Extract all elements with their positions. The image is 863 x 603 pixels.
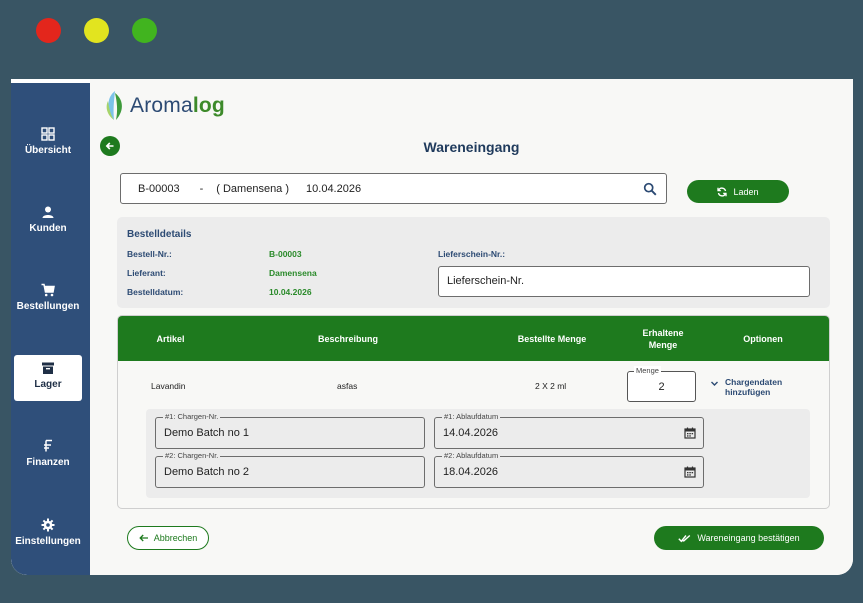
app-window: Übersicht Kunden Bestellungen Lager Fina… [11, 79, 853, 575]
batch-number-value-2: Demo Batch no 2 [164, 466, 249, 478]
batch-number-value-1: Demo Batch no 1 [164, 427, 249, 439]
header-received-qty-line1: Erhaltene [642, 327, 684, 338]
calendar-icon[interactable] [684, 427, 696, 439]
cancel-button-label: Abbrechen [153, 533, 198, 543]
search-order-no: B-00003 [138, 182, 180, 195]
sidebar-item-finanzen[interactable]: Finanzen [14, 433, 82, 479]
header-received-qty-line2: Menge [648, 339, 678, 350]
batch-number-label-2: #2: Chargen-Nr. [163, 451, 221, 461]
window-close-button[interactable] [36, 18, 61, 43]
sidebar-item-uebersicht[interactable]: Übersicht [14, 121, 82, 167]
app-logo: Aromalog [104, 89, 225, 123]
header-received-qty: Erhaltene Menge [623, 316, 703, 361]
qty-value: 2 [658, 381, 665, 393]
sidebar-item-label: Finanzen [26, 457, 70, 468]
batch-number-field-1[interactable]: #1: Chargen-Nr. Demo Batch no 1 [155, 412, 425, 449]
archive-icon [41, 361, 55, 375]
row-description: asfas [337, 381, 358, 391]
grid-icon [41, 127, 55, 141]
batch-number-label-1: #1: Chargen-Nr. [163, 412, 221, 422]
sidebar-item-label: Lager [34, 379, 62, 390]
refresh-icon [717, 186, 728, 197]
order-no-label: Bestell-Nr.: [127, 249, 172, 259]
received-qty-input[interactable]: Menge 2 [627, 366, 696, 402]
order-details-panel: Bestelldetails Bestell-Nr.: B-00003 Lief… [117, 217, 830, 308]
double-check-icon [678, 534, 691, 542]
confirm-button-label: Wareneingang bestätigen [697, 533, 800, 543]
supplier-value: Damensena [269, 268, 317, 278]
header-options: Optionen [743, 333, 783, 344]
chevron-down-icon[interactable] [710, 380, 719, 387]
header-article: Artikel [156, 333, 185, 344]
order-date-value: 10.04.2026 [269, 287, 312, 297]
expiry-date-value-2: 18.04.2026 [443, 466, 499, 478]
load-button-label: Laden [733, 186, 759, 197]
add-batch-link-line2: hinzufügen [725, 387, 771, 397]
batch-number-field-2[interactable]: #2: Chargen-Nr. Demo Batch no 2 [155, 451, 425, 488]
sidebar-item-einstellungen[interactable]: Einstellungen [14, 512, 82, 558]
search-customer: ( Damensena ) [216, 182, 290, 195]
order-date-label: Bestelldatum: [127, 287, 184, 297]
row-article: Lavandin [151, 381, 186, 391]
window-maximize-button[interactable] [132, 18, 157, 43]
sidebar-item-lager[interactable]: Lager [14, 355, 82, 401]
order-search-input[interactable]: B-00003 - ( Damensena ) 10.04.2026 [120, 173, 667, 204]
cart-icon [41, 283, 55, 297]
gear-icon [41, 518, 55, 532]
details-title: Bestelldetails [127, 229, 192, 240]
sidebar: Übersicht Kunden Bestellungen Lager Fina… [11, 83, 90, 575]
search-date: 10.04.2026 [306, 182, 362, 195]
calendar-icon[interactable] [684, 466, 696, 478]
sidebar-item-bestellungen[interactable]: Bestellungen [14, 277, 82, 323]
load-button[interactable]: Laden [687, 180, 789, 203]
order-no-value: B-00003 [269, 249, 302, 259]
leaf-logo-icon [106, 91, 122, 120]
expiry-date-field-2[interactable]: #2: Ablaufdatum 18.04.2026 [434, 451, 704, 488]
sidebar-item-label: Kunden [29, 223, 67, 234]
qty-field-label: Menge [634, 366, 661, 376]
page-title: Wareneingang [423, 139, 520, 155]
sidebar-item-kunden[interactable]: Kunden [14, 199, 82, 245]
row-ordered-qty: 2 X 2 ml [535, 381, 567, 391]
search-separator: - [199, 182, 204, 195]
cancel-button[interactable]: Abbrechen [127, 526, 209, 550]
sidebar-item-label: Einstellungen [15, 536, 81, 547]
add-batch-data-link[interactable]: Chargendaten hinzufügen [725, 377, 782, 397]
confirm-receipt-button[interactable]: Wareneingang bestätigen [654, 526, 824, 550]
sidebar-item-label: Übersicht [24, 145, 72, 156]
expiry-date-field-1[interactable]: #1: Ablaufdatum 14.04.2026 [434, 412, 704, 449]
arrow-left-icon [138, 534, 148, 542]
items-table: Artikel Beschreibung Bestellte Menge Erh… [117, 315, 830, 509]
batch-data-panel: #1: Chargen-Nr. Demo Batch no 1 #1: Abla… [146, 409, 810, 498]
delivery-note-input[interactable]: Lieferschein-Nr. [438, 266, 810, 297]
sidebar-item-label: Bestellungen [16, 301, 80, 312]
header-ordered-qty: Bestellte Menge [517, 333, 587, 344]
table-header: Artikel Beschreibung Bestellte Menge Erh… [118, 316, 829, 361]
expiry-date-label-1: #1: Ablaufdatum [442, 412, 501, 422]
person-icon [41, 205, 55, 219]
header-description: Beschreibung [317, 333, 378, 344]
currency-icon [41, 439, 55, 453]
main-content: Aromalog Wareneingang B-00003 - ( Damens… [90, 79, 853, 575]
supplier-label: Lieferant: [127, 268, 166, 278]
delivery-note-label: Lieferschein-Nr.: [438, 249, 506, 259]
add-batch-link-line1: Chargendaten [725, 377, 783, 387]
window-minimize-button[interactable] [84, 18, 109, 43]
app-name: Aromalog [130, 94, 225, 117]
expiry-date-value-1: 14.04.2026 [443, 427, 499, 439]
expiry-date-label-2: #2: Ablaufdatum [442, 451, 501, 461]
search-icon[interactable] [643, 182, 657, 196]
